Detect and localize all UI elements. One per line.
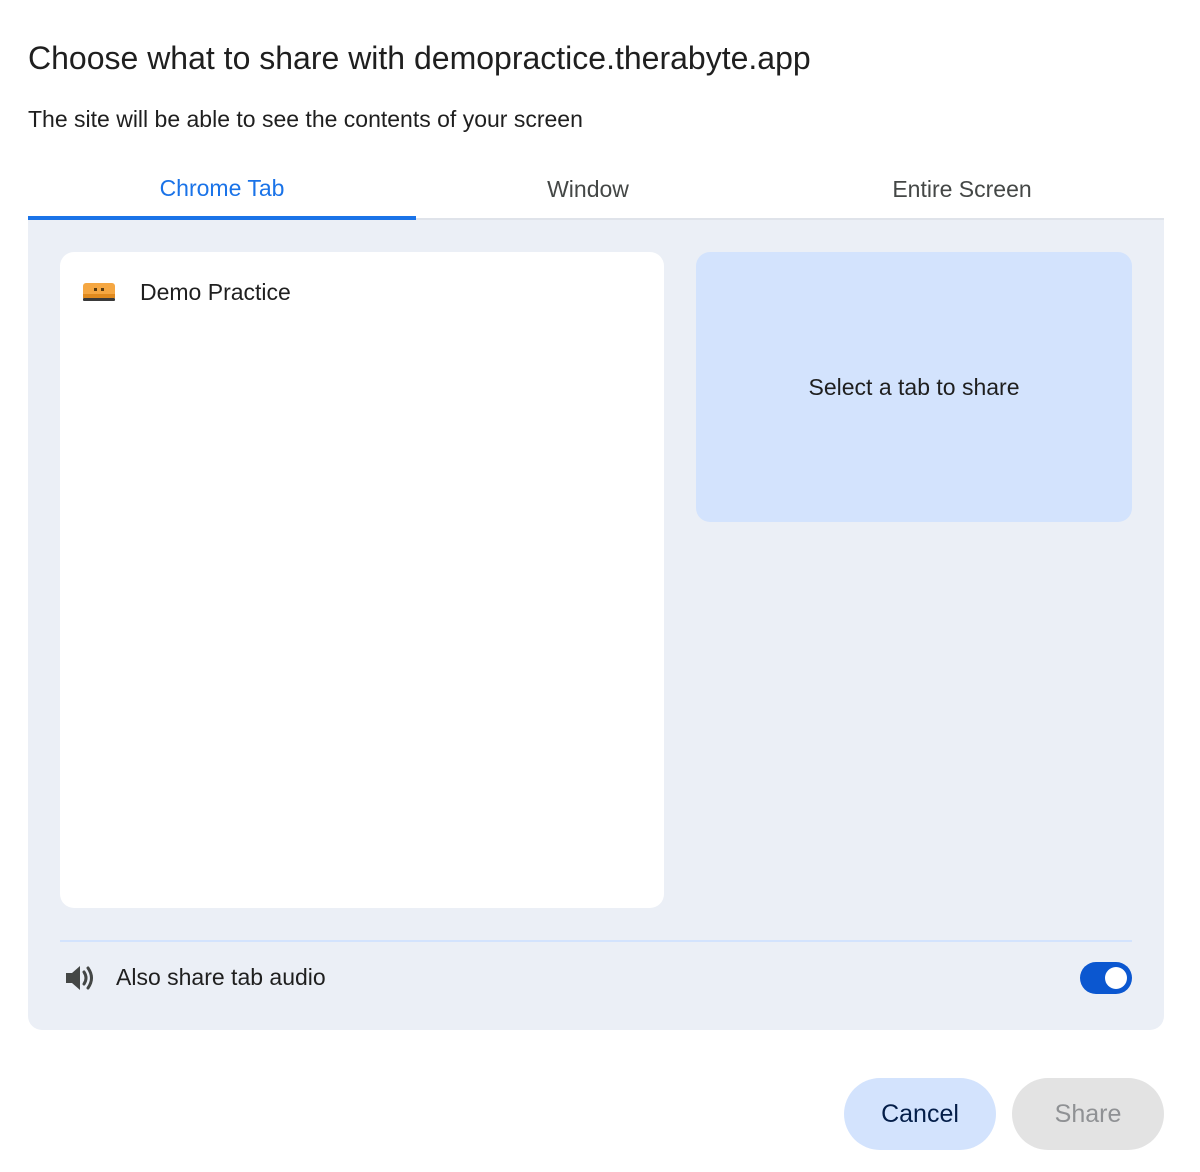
tab-bar: Chrome Tab Window Entire Screen [28,160,1164,220]
tab-list: Demo Practice [60,252,664,908]
tab-panel: Demo Practice Select a tab to share Also… [28,220,1164,1030]
cancel-button[interactable]: Cancel [844,1078,996,1150]
divider [60,940,1132,942]
preview-placeholder: Select a tab to share [808,373,1020,400]
toggle-knob [1105,967,1127,989]
share-audio-toggle[interactable] [1080,962,1132,994]
share-button[interactable]: Share [1012,1078,1164,1150]
speaker-icon [66,966,93,990]
tab-window[interactable]: Window [416,160,760,218]
share-audio-row: Also share tab audio [60,956,1132,1000]
list-item-label: Demo Practice [140,278,291,305]
list-item-demo-practice[interactable]: Demo Practice [60,270,664,314]
tab-entire-screen[interactable]: Entire Screen [760,160,1164,218]
tab-chrome-tab[interactable]: Chrome Tab [28,160,416,220]
dialog-subtitle: The site will be able to see the content… [28,106,583,132]
dialog-title: Choose what to share with demopractice.t… [28,40,811,76]
therabyte-favicon-icon [83,283,115,301]
preview-area: Select a tab to share [696,252,1132,522]
share-audio-label: Also share tab audio [116,964,326,990]
share-dialog: Choose what to share with demopractice.t… [0,0,1200,1172]
